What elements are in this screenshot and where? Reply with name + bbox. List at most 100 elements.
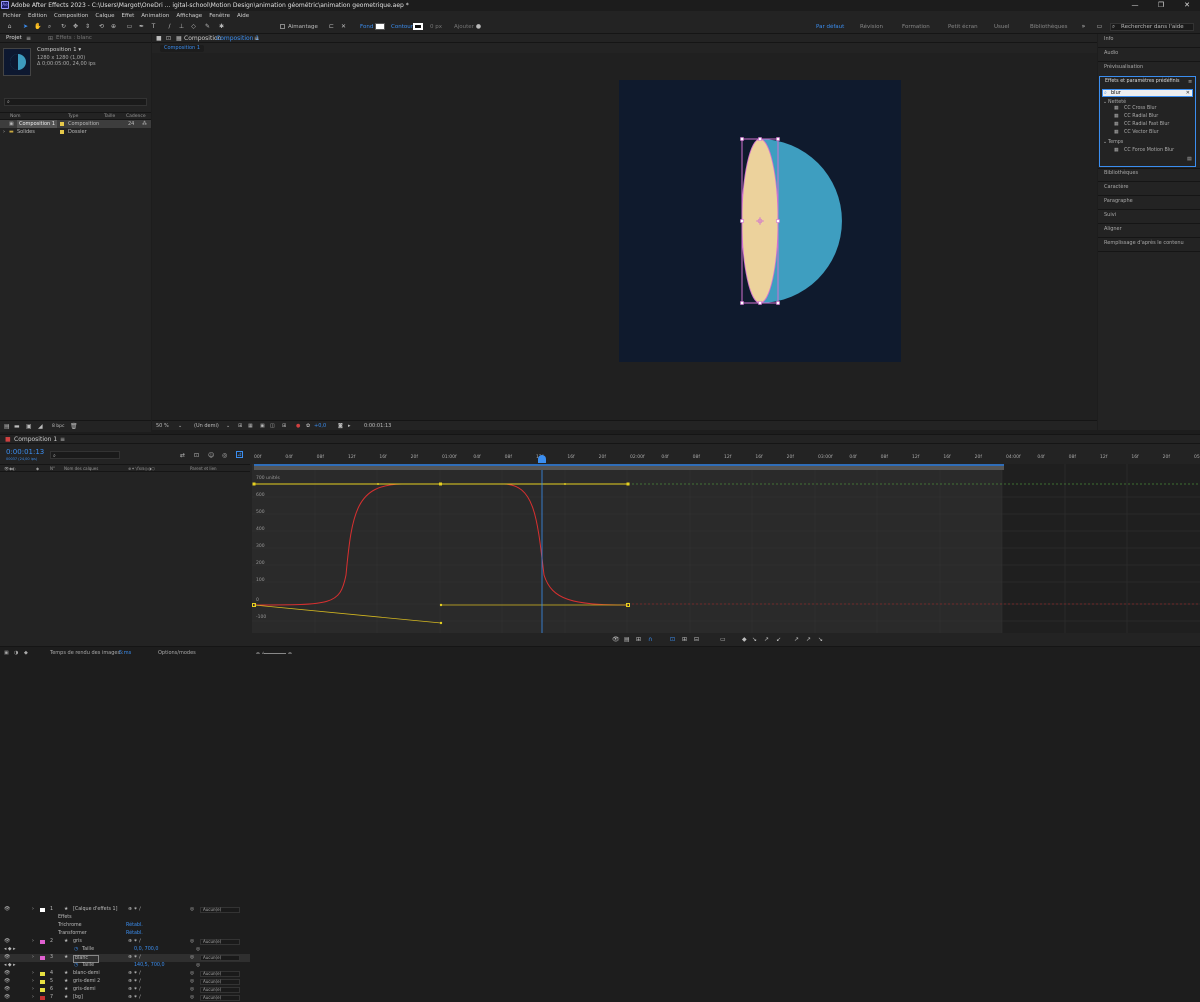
eye-icon[interactable]: 👁 [4,970,10,978]
eraser-tool-icon[interactable]: ◇ [190,23,197,30]
trash-icon[interactable]: 🗑 [70,423,78,430]
layer-property-row[interactable]: Transformer Rétabl. [0,930,250,938]
pickwhip-icon[interactable]: ◎ [190,978,194,986]
panel-menu-icon[interactable]: ≡ [1188,79,1192,85]
pickwhip-icon[interactable]: ◎ [196,962,200,970]
clone-stamp-icon[interactable]: ⊥ [178,23,185,30]
draft-3d-icon[interactable]: ⊡ [194,452,199,459]
menu-animation[interactable]: Animation [141,13,169,19]
pen-tool-icon[interactable]: ✒ [138,23,145,30]
new-folder-icon[interactable]: ▬ [14,423,20,430]
show-properties-icon[interactable]: 👁 [612,636,620,643]
timeline-timecode[interactable]: 0:00:01:13 [6,448,44,456]
stopwatch-icon[interactable]: ◷ [74,946,78,954]
magnification-dropdown[interactable]: 50 % [156,421,169,431]
layer-switches-icon[interactable]: ⊕ ✶ ∕ [128,994,141,1002]
effect-item[interactable]: CC Cross Blur [1124,106,1157,112]
panel-preview[interactable]: Prévisualisation [1104,64,1143,70]
lock-icon[interactable]: ⊡ [166,35,171,42]
close-tab-icon[interactable]: ■ [5,436,11,443]
layer-switches-icon[interactable]: ⊕ ✶ ∕ [128,986,141,994]
stroke-label[interactable]: Contour [391,20,413,34]
fit-icon[interactable]: ⊞ [238,421,242,431]
layer-name[interactable]: gris [73,938,82,946]
panel-menu-icon[interactable]: ≡ [254,35,259,42]
region-of-interest-icon[interactable]: ◫ [270,421,275,431]
mask-visibility-icon[interactable]: ▣ [260,421,265,431]
property-value[interactable]: 140,5, 700,0 [134,962,165,970]
show-snapshot-icon[interactable]: ▸ [348,421,351,431]
property-value[interactable]: Rétabl. [126,922,143,930]
pickwhip-icon[interactable]: ◎ [190,954,194,962]
label-color[interactable] [60,122,64,126]
label-color[interactable] [40,996,45,1000]
eye-icon[interactable]: 👁 [4,994,10,1002]
workspace-review[interactable]: Révision [860,20,883,34]
eye-icon[interactable]: 👁 [4,938,10,946]
layer-row[interactable]: 👁 › 2 ★ gris ⊕ ✶ ∕ ◎ Aucun(e) [0,938,250,946]
new-preset-icon[interactable]: ▤ [1187,157,1192,163]
zoom-in-icon[interactable]: ⌓ [288,647,292,660]
expand-arrow-icon[interactable]: › [32,994,34,1002]
sync-icon[interactable]: ▭ [1096,23,1103,30]
close-tab-icon[interactable]: ■ [156,35,162,42]
edit-keyframe-icon[interactable]: ◆ [742,636,747,643]
layer-row[interactable]: 👁 › 6 ★ gris-demi ⊕ ✶ ∕ ◎ Aucun(e) [0,986,250,994]
workspace-small-screen[interactable]: Petit écran [948,20,978,34]
viewer-tab-name[interactable]: Composition 1 [216,35,259,42]
panel-paragraph[interactable]: Paragraphe [1104,198,1133,204]
brush-tool-icon[interactable]: ∕ [166,23,173,30]
layer-row[interactable]: 👁 › 5 ★ gris-demi 2 ⊕ ✶ ∕ ◎ Aucun(e) [0,978,250,986]
linear-keyframe-icon[interactable]: ↗ [764,636,769,643]
label-color[interactable] [40,988,45,992]
parent-dropdown[interactable]: Aucun(e) [200,987,240,993]
keyframe-nav-icon[interactable]: ◂ ◆ ▸ [4,946,16,954]
auto-zoom-icon[interactable]: ⊡ [670,636,675,643]
label-color[interactable] [60,130,64,134]
menu-aide[interactable]: Aide [237,13,249,19]
project-settings-icon[interactable]: ◢ [38,423,43,430]
transparency-grid-icon[interactable]: ▦ [248,421,253,431]
layer-row[interactable]: 👁 › 3 ★ blanc ⊕ ✶ ∕ ◎ Aucun(e) [0,954,250,963]
auto-bezier-icon[interactable]: ↙ [776,636,781,643]
easy-ease-out-icon[interactable]: ↘ [818,636,823,643]
chevron-down-icon[interactable]: ⌄ [1103,100,1107,106]
pickwhip-icon[interactable]: ◎ [190,970,194,978]
show-transform-box-icon[interactable]: ⊞ [636,636,641,643]
col-name[interactable]: Nom [10,113,21,120]
fill-label[interactable]: Fond [360,20,373,34]
viewer-timecode[interactable]: 0:00:01:13 [364,421,391,431]
home-icon[interactable]: ⌂ [6,23,13,30]
rectangle-tool-icon[interactable]: ▭ [126,23,133,30]
col-size[interactable]: Taille [104,113,115,120]
panel-content-aware-fill[interactable]: Remplissage d'après le contenu [1104,240,1184,246]
col-layer-name[interactable]: Nom des calques [64,465,98,473]
eye-icon[interactable]: 👁 [4,978,10,986]
label-color[interactable] [40,972,45,976]
bit-depth[interactable]: 8 bpc [52,424,64,429]
layer-switches-icon[interactable]: ⊕ ✶ ∕ [128,978,141,986]
exposure-value[interactable]: +0,0 [314,421,326,431]
menu-composition[interactable]: Composition [54,13,88,19]
effects-search-input[interactable]: ⌕ blur ✕ [1102,89,1193,97]
parent-dropdown[interactable]: Aucun(e) [200,971,240,977]
eye-icon[interactable]: 👁 [4,954,10,962]
stopwatch-icon[interactable]: ◷ [74,962,78,970]
comp-name[interactable]: Composition 1 ▾ [37,47,81,53]
panel-info[interactable]: Info [1104,36,1113,42]
workspace-default[interactable]: Par défaut [816,20,844,34]
maximize-button[interactable]: ❐ [1148,0,1174,11]
snap-checkbox[interactable] [280,24,285,29]
zoom-out-icon[interactable]: ⌓ [256,647,260,660]
panel-tracker[interactable]: Suivi [1104,212,1116,218]
effect-item[interactable]: CC Radial Fast Blur [1124,122,1169,128]
layer-row[interactable]: 👁 › 7 ★ [bg] ⊕ ✶ ∕ ◎ Aucun(e) [0,994,250,1002]
puppet-pin-icon[interactable]: ✱ [218,23,225,30]
effect-item[interactable]: CC Radial Blur [1124,114,1158,120]
pickwhip-icon[interactable]: ◎ [190,994,194,1002]
interpret-footage-icon[interactable]: ▤ [4,423,10,430]
layer-name[interactable]: blanc-demi [73,970,100,978]
graph-editor-icon[interactable]: ⊿ [236,451,243,458]
effect-item[interactable]: CC Force Motion Blur [1124,148,1174,154]
parent-dropdown[interactable]: Aucun(e) [200,907,240,913]
